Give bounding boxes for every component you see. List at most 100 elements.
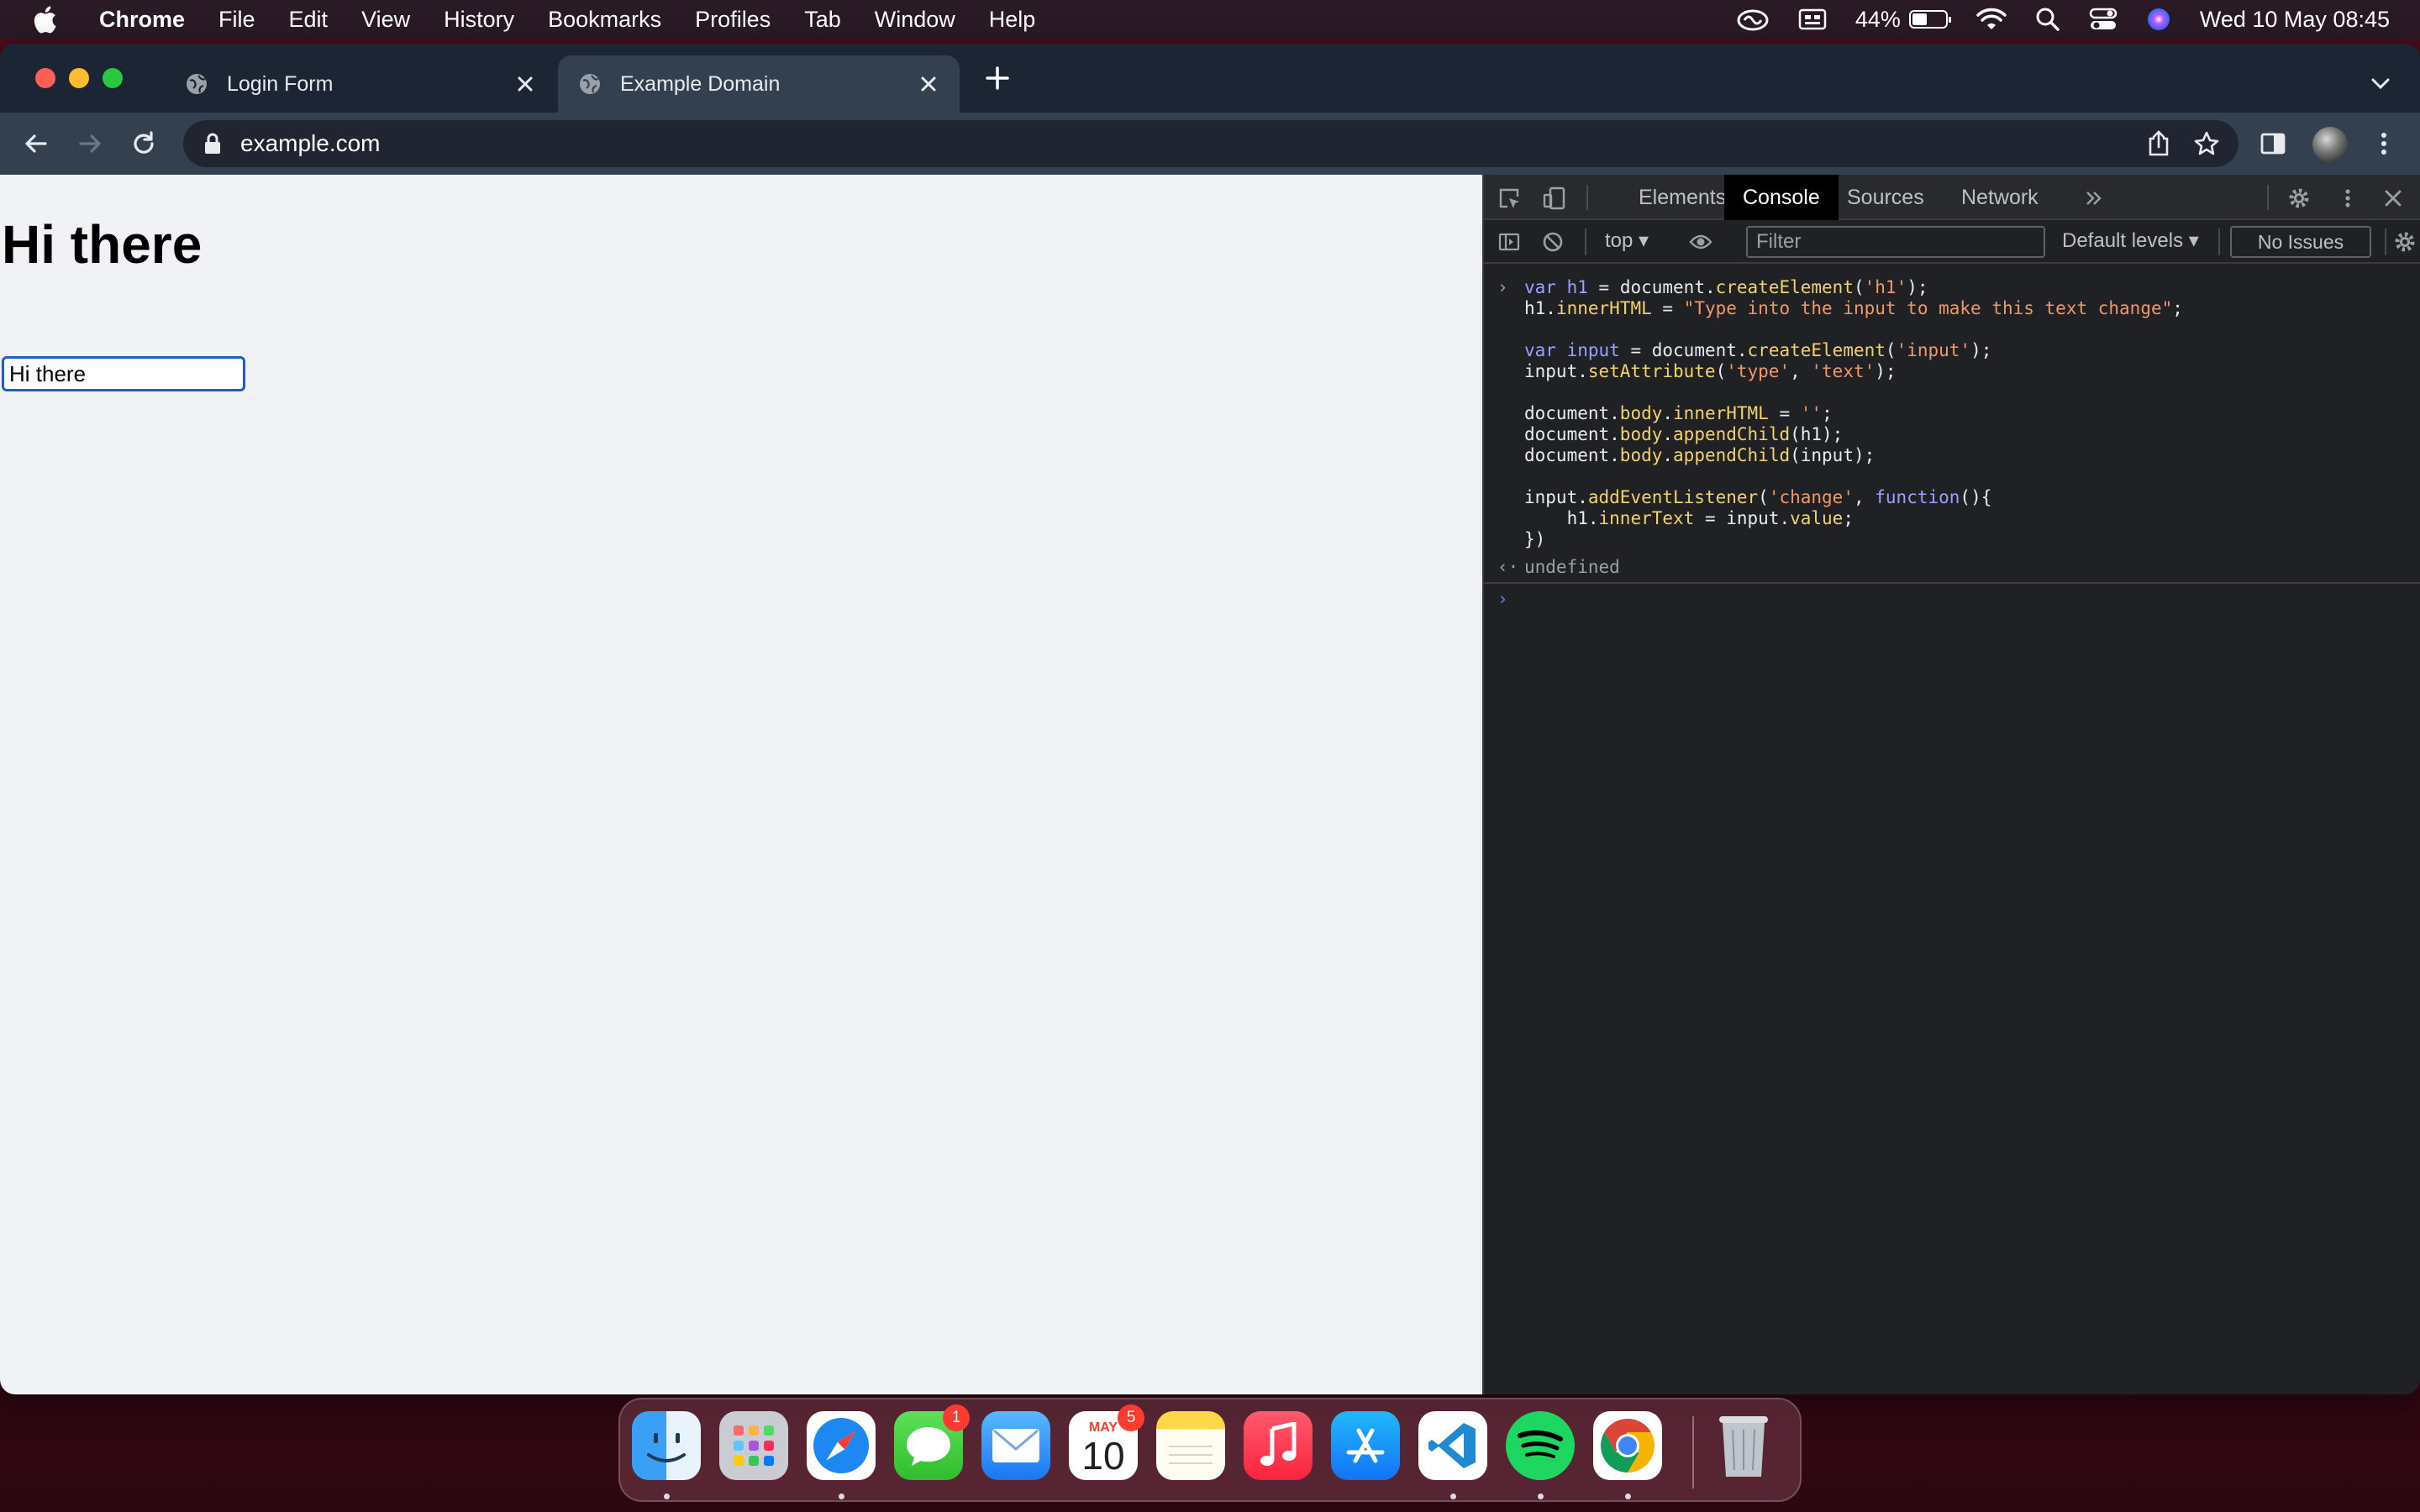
dock-notes[interactable] <box>1156 1411 1225 1480</box>
dock-vscode[interactable] <box>1418 1411 1487 1480</box>
launchpad-grid-icon <box>734 1425 774 1466</box>
console-settings-gear-icon[interactable] <box>2393 230 2417 254</box>
toolbar-divider <box>2218 228 2220 255</box>
share-icon[interactable] <box>2146 130 2171 157</box>
context-value: top <box>1605 229 1634 252</box>
address-bar[interactable]: example.com <box>183 120 2238 167</box>
menu-window[interactable]: Window <box>875 7 955 33</box>
devtools-menu-icon[interactable] <box>2336 186 2360 210</box>
dock-messages[interactable]: 1 <box>894 1404 970 1480</box>
browser-toolbar: example.com <box>0 113 2420 175</box>
dock-calendar[interactable]: MAY 10 5 <box>1069 1404 1144 1480</box>
dock-app-store[interactable] <box>1331 1411 1400 1480</box>
web-page: Hi there <box>0 175 1482 1394</box>
input-chevron-icon: › <box>1497 277 1508 297</box>
console-toolbar: top ▾ Filter Default levels ▾ No Issues <box>1484 220 2420 264</box>
tab-sources[interactable]: Sources <box>1828 175 1943 220</box>
dock-finder[interactable] <box>632 1411 701 1480</box>
bookmark-star-icon[interactable] <box>2193 130 2220 157</box>
menu-app-name[interactable]: Chrome <box>99 7 185 33</box>
close-window-button[interactable] <box>35 68 55 88</box>
dock-safari[interactable] <box>807 1411 876 1480</box>
eye-icon[interactable] <box>1689 230 1712 254</box>
battery-status[interactable]: 44% <box>1854 6 1951 33</box>
close-tab-icon[interactable] <box>918 73 939 95</box>
url-text: example.com <box>240 130 381 156</box>
filter-placeholder: Filter <box>1756 230 1802 253</box>
more-menu-icon[interactable] <box>2370 129 2398 158</box>
console-filter-input[interactable]: Filter <box>1746 226 2045 258</box>
wifi-icon[interactable] <box>1976 8 2007 31</box>
gear-icon[interactable] <box>2287 186 2311 210</box>
menu-edit[interactable]: Edit <box>289 7 329 33</box>
code-line: document.body.appendChild(input); <box>1524 445 1876 465</box>
menu-help[interactable]: Help <box>989 7 1036 33</box>
notes-lines-icon <box>1169 1446 1213 1464</box>
dock-launchpad[interactable] <box>719 1411 788 1480</box>
code-line: input.setAttribute('type', 'text'); <box>1524 361 1897 381</box>
result-arrow-icon: ‹· <box>1497 557 1519 577</box>
chevron-down-icon[interactable] <box>2370 76 2391 92</box>
dock-mail[interactable] <box>981 1411 1050 1480</box>
calendar-day: 10 <box>1081 1434 1125 1478</box>
dock-chrome[interactable] <box>1593 1411 1662 1480</box>
messages-badge: 1 <box>943 1404 970 1431</box>
log-levels-dropdown[interactable]: Default levels ▾ <box>2062 228 2199 253</box>
menu-history[interactable]: History <box>444 7 514 33</box>
profile-avatar[interactable] <box>2312 127 2348 162</box>
dock-separator <box>1692 1416 1694 1488</box>
console-input-entry: › var h1 = document.createElement('h1');… <box>1484 264 2420 555</box>
spotlight-search-icon[interactable] <box>2035 7 2060 32</box>
close-tab-icon[interactable] <box>514 73 536 95</box>
envelope-icon <box>992 1429 1039 1462</box>
tab-console[interactable]: Console <box>1724 175 1839 220</box>
siri-icon[interactable] <box>2146 7 2171 32</box>
code-line: }) <box>1524 529 1546 549</box>
battery-percent: 44% <box>1854 6 1901 32</box>
toolbar-divider <box>2267 185 2269 210</box>
creative-cloud-icon[interactable] <box>1736 7 1770 32</box>
apple-icon[interactable] <box>32 5 57 34</box>
new-tab-icon[interactable] <box>983 64 1012 92</box>
sidebar-toggle-icon[interactable] <box>1497 230 1521 254</box>
dock-music[interactable] <box>1244 1411 1313 1480</box>
console-prompt[interactable]: › <box>1484 584 2420 612</box>
menu-bar: Chrome File Edit View History Bookmarks … <box>0 0 2420 39</box>
chrome-icon <box>1601 1419 1655 1473</box>
more-tabs-chevron-icon[interactable] <box>2082 186 2106 210</box>
menu-bookmarks[interactable]: Bookmarks <box>548 7 661 33</box>
menu-clock[interactable]: Wed 10 May 08:45 <box>2200 7 2390 33</box>
control-center-icon[interactable] <box>2089 7 2118 32</box>
tab-login-form[interactable]: Login Form <box>165 55 556 113</box>
device-toolbar-icon[interactable] <box>1543 186 1566 210</box>
zoom-window-button[interactable] <box>103 68 123 88</box>
lock-icon[interactable] <box>203 133 222 155</box>
back-arrow-icon[interactable] <box>22 129 50 158</box>
menu-view[interactable]: View <box>361 7 410 33</box>
devtools-panel: Elements Console Sources Network top ▾ F… <box>1482 175 2420 1394</box>
dock-trash[interactable] <box>1709 1411 1778 1480</box>
code-line: var input = document.createElement('inpu… <box>1524 340 1992 360</box>
context-selector[interactable]: top ▾ <box>1605 228 1649 253</box>
text-input[interactable] <box>2 356 245 391</box>
close-icon[interactable] <box>2381 186 2405 210</box>
keyboard-input-icon[interactable] <box>1798 8 1827 31</box>
devtools-tabbar: Elements Console Sources Network <box>1484 175 2420 220</box>
code-line: input.addEventListener('change', functio… <box>1524 487 1992 507</box>
menu-file[interactable]: File <box>218 7 255 33</box>
tab-example-domain[interactable]: Example Domain <box>558 55 960 113</box>
minimize-window-button[interactable] <box>69 68 89 88</box>
clear-console-icon[interactable] <box>1541 230 1565 254</box>
inspect-element-icon[interactable] <box>1497 186 1521 210</box>
console-output[interactable]: › var h1 = document.createElement('h1');… <box>1484 264 2420 612</box>
menu-tab[interactable]: Tab <box>804 7 841 33</box>
reload-icon[interactable] <box>129 129 158 158</box>
forward-arrow-icon[interactable] <box>76 129 104 158</box>
issues-button[interactable]: No Issues <box>2230 226 2371 258</box>
trash-icon <box>1719 1416 1768 1477</box>
side-panel-icon[interactable] <box>2259 129 2287 158</box>
dock-spotify[interactable] <box>1506 1411 1575 1480</box>
menu-profiles[interactable]: Profiles <box>695 7 771 33</box>
tab-network[interactable]: Network <box>1943 175 2057 220</box>
